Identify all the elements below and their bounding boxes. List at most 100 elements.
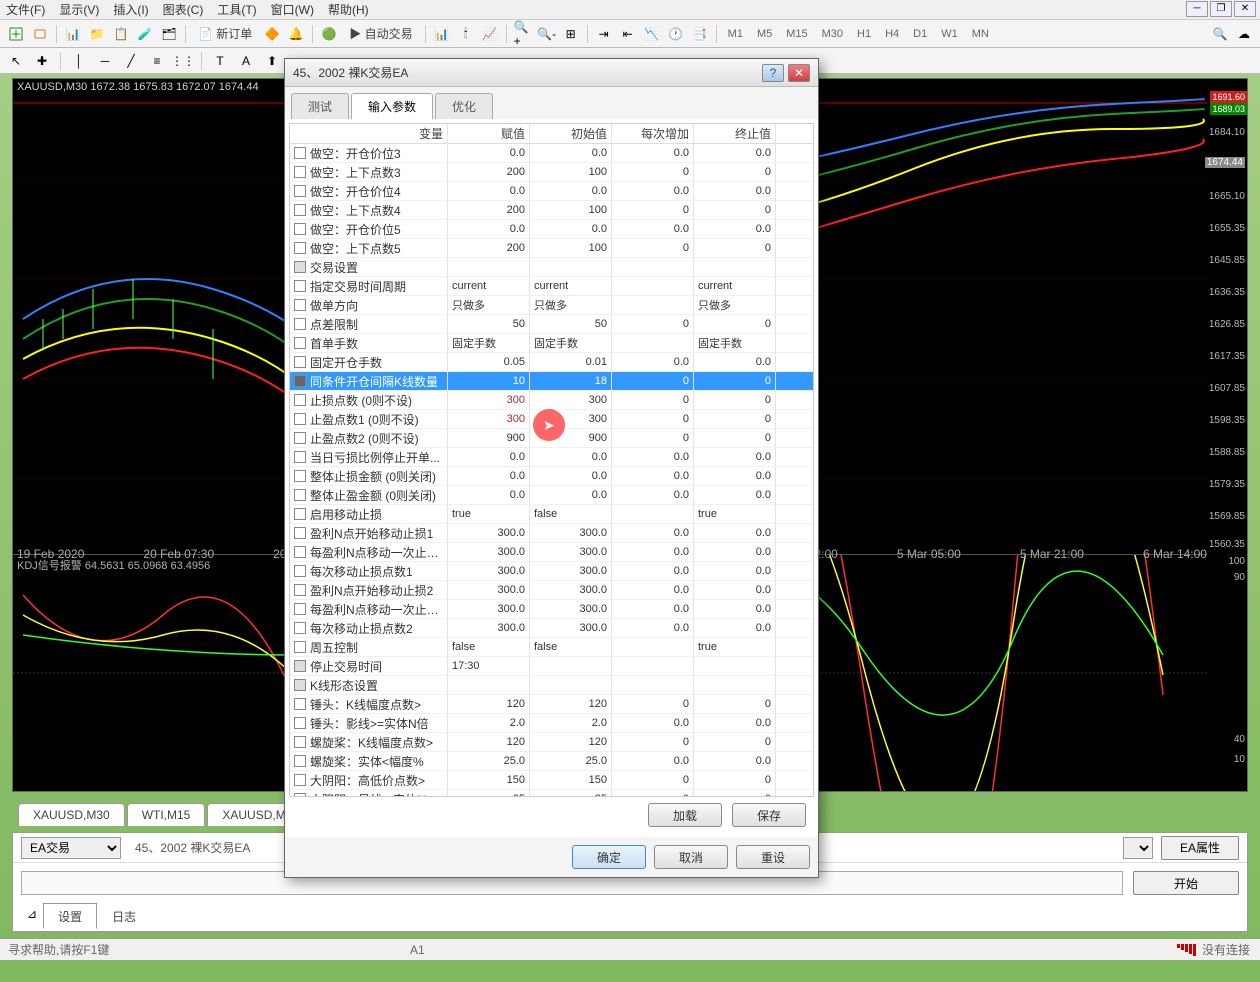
- table-row[interactable]: 点差限制505000: [290, 315, 813, 334]
- param-cell[interactable]: 0: [694, 372, 776, 390]
- param-cell[interactable]: 300.0: [448, 581, 530, 599]
- row-checkbox[interactable]: [294, 166, 306, 178]
- table-row[interactable]: 锤头：影线>=实体N倍2.02.00.00.0: [290, 714, 813, 733]
- periods-icon[interactable]: 🕐: [666, 24, 686, 44]
- param-cell[interactable]: 900: [530, 429, 612, 447]
- tf-m15[interactable]: M15: [781, 26, 812, 42]
- fibo-icon[interactable]: ⋮⋮: [173, 51, 193, 71]
- dialog-help-button[interactable]: ?: [762, 64, 784, 82]
- table-row[interactable]: 每盈利N点移动一次止损2300.0300.00.00.0: [290, 600, 813, 619]
- param-cell[interactable]: 0: [612, 771, 694, 789]
- param-cell[interactable]: [448, 258, 530, 276]
- row-checkbox[interactable]: [294, 147, 306, 159]
- param-cell[interactable]: 0.01: [530, 353, 612, 371]
- param-cell[interactable]: 300.0: [448, 619, 530, 637]
- param-cell[interactable]: 300.0: [530, 619, 612, 637]
- table-row[interactable]: 做空：开仓价位30.00.00.00.0: [290, 144, 813, 163]
- param-cell[interactable]: 0: [694, 201, 776, 219]
- table-row[interactable]: 停止交易时间17:30: [290, 657, 813, 676]
- chart-tab-wti-m15[interactable]: WTI,M15: [127, 803, 206, 826]
- tf-m5[interactable]: M5: [752, 26, 777, 42]
- param-cell[interactable]: 900: [448, 429, 530, 447]
- param-cell[interactable]: 300: [530, 391, 612, 409]
- param-cell[interactable]: 300.0: [530, 600, 612, 618]
- param-cell[interactable]: 120: [530, 733, 612, 751]
- ea-properties-button[interactable]: EA属性: [1161, 836, 1239, 860]
- param-cell[interactable]: 300: [448, 410, 530, 428]
- param-cell[interactable]: true: [694, 505, 776, 523]
- param-cell[interactable]: 0: [694, 429, 776, 447]
- param-cell[interactable]: 固定手数: [530, 334, 612, 352]
- vline-icon[interactable]: │: [69, 51, 89, 71]
- param-cell[interactable]: 300.0: [448, 600, 530, 618]
- auto-trade-button[interactable]: ▶ 自动交易: [343, 23, 418, 44]
- param-cell[interactable]: 0.0: [612, 353, 694, 371]
- table-row[interactable]: 十阳阴：星线<-实体%353500: [290, 790, 813, 797]
- dialog-tab-optimize[interactable]: 优化: [435, 93, 493, 119]
- row-checkbox[interactable]: [294, 356, 306, 368]
- trendline-icon[interactable]: ╱: [121, 51, 141, 71]
- row-checkbox[interactable]: [294, 755, 306, 767]
- param-cell[interactable]: [612, 676, 694, 694]
- param-cell[interactable]: 0.0: [448, 467, 530, 485]
- param-cell[interactable]: 0.0: [694, 220, 776, 238]
- tf-h4[interactable]: H4: [880, 26, 904, 42]
- crosshair-icon[interactable]: ✚: [32, 51, 52, 71]
- param-cell[interactable]: 300.0: [530, 524, 612, 542]
- row-checkbox[interactable]: [294, 451, 306, 463]
- param-cell[interactable]: 0.0: [612, 600, 694, 618]
- param-cell[interactable]: 0.05: [448, 353, 530, 371]
- param-cell[interactable]: 0.0: [694, 448, 776, 466]
- table-row[interactable]: 螺旋桨：实体<幅度%25.025.00.00.0: [290, 752, 813, 771]
- param-cell[interactable]: 150: [448, 771, 530, 789]
- param-cell[interactable]: 0.0: [530, 448, 612, 466]
- param-cell[interactable]: 0: [612, 733, 694, 751]
- param-cell[interactable]: 150: [530, 771, 612, 789]
- table-row[interactable]: 盈利N点开始移动止损1300.0300.00.00.0: [290, 524, 813, 543]
- param-cell[interactable]: false: [448, 638, 530, 656]
- param-cell[interactable]: [612, 296, 694, 314]
- param-cell[interactable]: [530, 258, 612, 276]
- table-row[interactable]: 做空：上下点数420010000: [290, 201, 813, 220]
- param-cell[interactable]: 只做多: [530, 296, 612, 314]
- dialog-tab-test[interactable]: 测试: [291, 93, 349, 119]
- navigator-icon[interactable]: 📁: [87, 24, 107, 44]
- row-checkbox[interactable]: [294, 774, 306, 786]
- param-cell[interactable]: 0: [694, 790, 776, 797]
- param-cell[interactable]: 0: [612, 163, 694, 181]
- param-cell[interactable]: 0: [612, 201, 694, 219]
- param-cell[interactable]: [612, 657, 694, 675]
- param-cell[interactable]: 0.0: [612, 220, 694, 238]
- param-cell[interactable]: 0.0: [448, 182, 530, 200]
- param-cell[interactable]: 0.0: [530, 486, 612, 504]
- param-cell[interactable]: [448, 676, 530, 694]
- terminal-icon[interactable]: 📋: [111, 24, 131, 44]
- row-checkbox[interactable]: [294, 223, 306, 235]
- param-cell[interactable]: 300: [530, 410, 612, 428]
- row-checkbox[interactable]: [294, 584, 306, 596]
- row-checkbox[interactable]: [294, 736, 306, 748]
- param-cell[interactable]: 0: [612, 429, 694, 447]
- search-icon[interactable]: 🔍: [1210, 24, 1230, 44]
- param-cell[interactable]: 100: [530, 239, 612, 257]
- table-row[interactable]: 止盈点数2 (0则不设)90090000: [290, 429, 813, 448]
- param-cell[interactable]: 0.0: [612, 581, 694, 599]
- autoscroll-icon[interactable]: ⇥: [594, 24, 614, 44]
- param-cell[interactable]: [694, 657, 776, 675]
- param-cell[interactable]: 0.0: [694, 581, 776, 599]
- param-cell[interactable]: 只做多: [448, 296, 530, 314]
- param-cell[interactable]: 35: [530, 790, 612, 797]
- param-cell[interactable]: 200: [448, 239, 530, 257]
- tf-w1[interactable]: W1: [936, 26, 963, 42]
- param-cell[interactable]: 0: [612, 410, 694, 428]
- table-row[interactable]: 整体止损金额 (0则关闭)0.00.00.00.0: [290, 467, 813, 486]
- zoom-out-icon[interactable]: 🔍-: [537, 24, 557, 44]
- table-row[interactable]: 做空：上下点数520010000: [290, 239, 813, 258]
- row-checkbox[interactable]: [294, 527, 306, 539]
- ea-type-select[interactable]: EA交易: [21, 837, 121, 859]
- tf-m30[interactable]: M30: [817, 26, 848, 42]
- tile-icon[interactable]: ⊞: [561, 24, 581, 44]
- param-cell[interactable]: current: [530, 277, 612, 295]
- param-cell[interactable]: 18: [530, 372, 612, 390]
- menu-file[interactable]: 文件(F): [6, 1, 45, 18]
